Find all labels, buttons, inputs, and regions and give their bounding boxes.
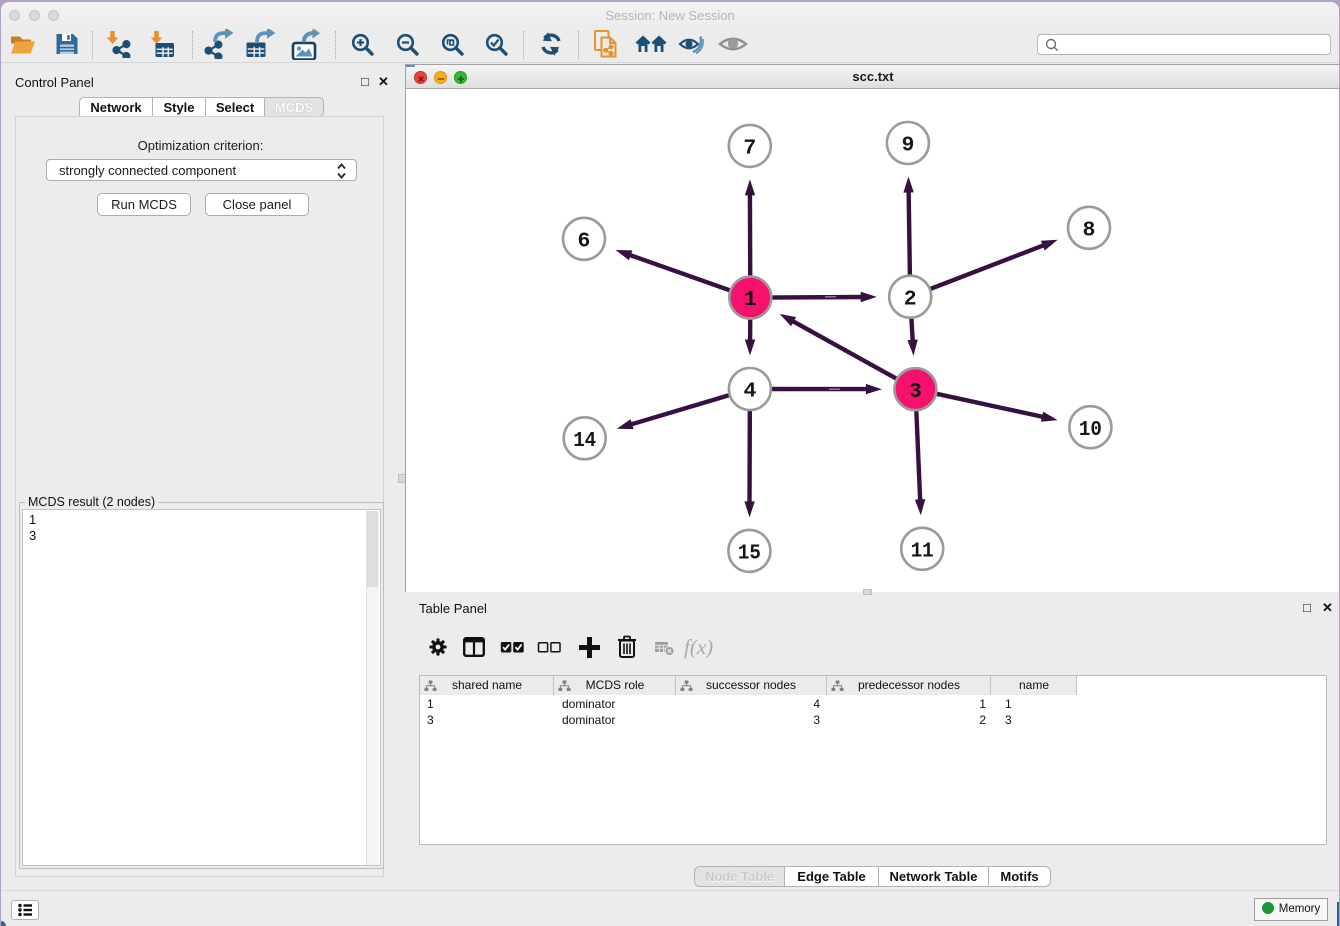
svg-text:8: 8 (1083, 218, 1096, 242)
svg-text:10: 10 (1079, 418, 1102, 442)
svg-text:4: 4 (743, 380, 756, 404)
svg-text:9: 9 (901, 134, 914, 158)
svg-text:f(x): f(x) (684, 636, 713, 659)
svg-text:2: 2 (904, 287, 917, 311)
svg-text:6: 6 (578, 229, 591, 253)
svg-text:3: 3 (909, 380, 922, 404)
svg-text:11: 11 (911, 539, 934, 563)
svg-text:7: 7 (743, 137, 756, 161)
svg-text:14: 14 (573, 429, 596, 453)
svg-text:1: 1 (744, 288, 757, 312)
svg-text:15: 15 (738, 542, 761, 566)
